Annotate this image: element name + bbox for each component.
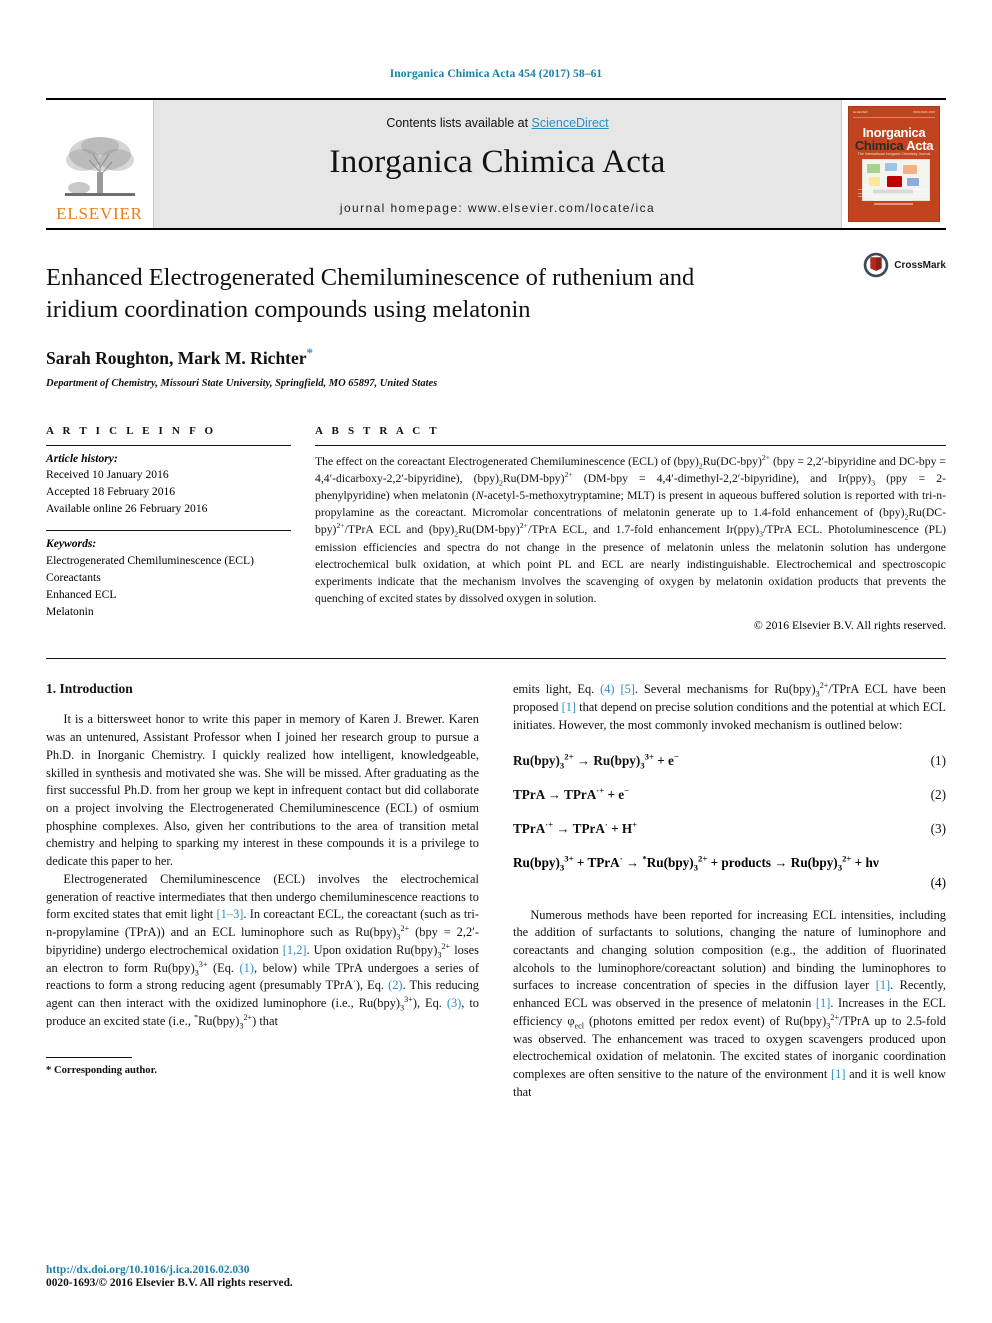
- cover-title-line2: Chimica Acta: [849, 138, 939, 153]
- article-info-heading: A R T I C L E I N F O: [46, 424, 217, 437]
- right-paragraph-1: emits light, Eq. (4) [5]. Several mechan…: [513, 681, 946, 732]
- corresponding-author-marker: *: [306, 344, 314, 360]
- body-column-left: 1. Introduction It is a bittersweet hono…: [46, 681, 479, 1101]
- journal-cover-image: ELSEVIER ISSN 0020-1693 Inorganica Chimic…: [848, 106, 940, 222]
- elsevier-wordmark: ELSEVIER: [56, 204, 143, 223]
- info-abstract-section: A R T I C L E I N F O Article history: R…: [46, 424, 946, 633]
- cover-title-acta: Acta: [906, 138, 934, 153]
- journal-homepage[interactable]: journal homepage: www.elsevier.com/locat…: [340, 201, 655, 215]
- page-title: Enhanced Electrogenerated Chemiluminesce…: [46, 264, 695, 323]
- equation-1-body: Ru(bpy)32+ → Ru(bpy)33+ + e−: [513, 751, 679, 771]
- abstract-copyright: © 2016 Elsevier B.V. All rights reserved…: [753, 619, 946, 633]
- citation-ref[interactable]: [1,2]: [283, 943, 307, 957]
- equation-4-body: Ru(bpy)33+ + TPrA· → *Ru(bpy)32+ + produ…: [513, 853, 879, 873]
- footnote-rule: [46, 1056, 132, 1058]
- equation-3-number: (3): [930, 820, 946, 836]
- history-online: Available online 26 February 2016: [46, 502, 208, 516]
- equation-ref[interactable]: (4): [600, 682, 614, 696]
- author-list: Sarah Roughton, Mark M. Richter*: [46, 345, 946, 369]
- keywords-block: Keywords: Electrogenerated Chemiluminesc…: [46, 531, 291, 621]
- keywords-label: Keywords:: [46, 537, 97, 551]
- equation-ref[interactable]: (3): [447, 996, 461, 1010]
- article-history-block: Article history: Received 10 January 201…: [46, 446, 291, 531]
- crossmark-icon: [863, 252, 889, 278]
- crossmark-badge[interactable]: CrossMark: [863, 252, 946, 278]
- elsevier-logo: ELSEVIER: [46, 100, 154, 228]
- body-separator-rule: [46, 658, 946, 660]
- elsevier-tree-icon: [64, 137, 135, 196]
- title-block: Enhanced Electrogenerated Chemiluminesce…: [46, 230, 946, 389]
- abstract-heading: A B S T R A C T: [315, 424, 440, 437]
- history-received: Received 10 January 2016: [46, 468, 169, 482]
- citation-ref[interactable]: [1]: [816, 996, 830, 1010]
- article-info-column: A R T I C L E I N F O Article history: R…: [46, 425, 291, 633]
- citation-ref[interactable]: [1]: [876, 978, 890, 992]
- journal-cover-thumbnail[interactable]: ELSEVIER ISSN 0020-1693 Inorganica Chimic…: [841, 100, 946, 228]
- equation-ref[interactable]: (1): [240, 961, 254, 975]
- equation-ref[interactable]: (2): [388, 978, 402, 992]
- intro-paragraph-1: It is a bittersweet honor to write this …: [46, 712, 479, 869]
- author-names: Sarah Roughton, Mark M. Richter: [46, 347, 307, 368]
- equation-3: TPrA·+ → TPrA· + H+ (3): [513, 819, 946, 837]
- keyword-item: Enhanced ECL: [46, 587, 117, 601]
- doi-link[interactable]: http://dx.doi.org/10.1016/j.ica.2016.02.…: [46, 1264, 476, 1276]
- body-columns: 1. Introduction It is a bittersweet hono…: [46, 681, 946, 1101]
- citation-ref[interactable]: [1]: [562, 700, 576, 714]
- footnote-marker: *: [46, 1064, 52, 1076]
- footnote-corresponding-author: * Corresponding author.: [46, 1065, 479, 1076]
- keyword-item: Coreactants: [46, 571, 101, 585]
- cover-subtitle: The International Inorganic Chemistry Jo…: [857, 152, 931, 156]
- sciencedirect-link[interactable]: ScienceDirect: [532, 116, 609, 130]
- running-head: Inorganica Chimica Acta 454 (2017) 58–61: [389, 68, 603, 80]
- journal-title: Inorganica Chimica Acta: [329, 143, 666, 180]
- citation-ref[interactable]: [1]: [831, 1067, 845, 1081]
- keyword-item: Electrogenerated Chemiluminescence (ECL): [46, 554, 254, 568]
- article-page: Inorganica Chimica Acta 454 (2017) 58–61: [0, 0, 992, 1323]
- equation-3-body: TPrA·+ → TPrA· + H+: [513, 819, 638, 836]
- contents-prefix: Contents lists available at: [386, 115, 532, 130]
- equation-1: Ru(bpy)32+ → Ru(bpy)33+ + e− (1): [513, 751, 946, 771]
- abstract-text: The effect on the coreactant Electrogene…: [315, 452, 946, 606]
- equation-2: TPrA → TPrA·+ + e− (2): [513, 785, 946, 803]
- masthead-center: Contents lists available at ScienceDirec…: [154, 100, 841, 228]
- equation-4-number: (4): [930, 874, 946, 890]
- citation-ref[interactable]: [5]: [620, 682, 634, 696]
- article-history-label: Article history:: [46, 451, 118, 465]
- equation-4: Ru(bpy)33+ + TPrA· → *Ru(bpy)32+ + produ…: [513, 853, 946, 891]
- cover-title-chimica: Chimica: [854, 138, 904, 153]
- equation-2-body: TPrA → TPrA·+ + e−: [513, 785, 630, 802]
- equation-1-number: (1): [930, 752, 946, 768]
- affiliation: Department of Chemistry, Missouri State …: [46, 377, 438, 389]
- equation-2-number: (2): [930, 786, 946, 802]
- citation-ref[interactable]: [1–3]: [217, 907, 244, 921]
- footnote-text: Corresponding author.: [53, 1064, 157, 1076]
- cover-topbar: ELSEVIER ISSN 0020-1693: [853, 110, 935, 118]
- section-heading-introduction: 1. Introduction: [46, 681, 133, 697]
- intro-paragraph-2: Electrogenerated Chemiluminescence (ECL)…: [46, 871, 480, 1031]
- issn-copyright-line: 0020-1693/© 2016 Elsevier B.V. All right…: [46, 1277, 293, 1289]
- history-accepted: Accepted 18 February 2016: [46, 485, 176, 499]
- abstract-column: A B S T R A C T The effect on the coreac…: [315, 424, 946, 633]
- contents-available-line: Contents lists available at ScienceDirec…: [386, 116, 608, 130]
- footnote-area: * Corresponding author.: [46, 1056, 479, 1076]
- page-footer: http://dx.doi.org/10.1016/j.ica.2016.02.…: [46, 1264, 476, 1289]
- crossmark-label: CrossMark: [894, 259, 946, 271]
- journal-masthead: ELSEVIER Contents lists available at Sci…: [46, 98, 946, 230]
- body-column-right: emits light, Eq. (4) [5]. Several mechan…: [513, 681, 946, 1101]
- keyword-item: Melatonin: [46, 604, 94, 618]
- right-paragraph-2: Numerous methods have been reported for …: [513, 907, 946, 1099]
- cover-text-lines: [858, 189, 930, 213]
